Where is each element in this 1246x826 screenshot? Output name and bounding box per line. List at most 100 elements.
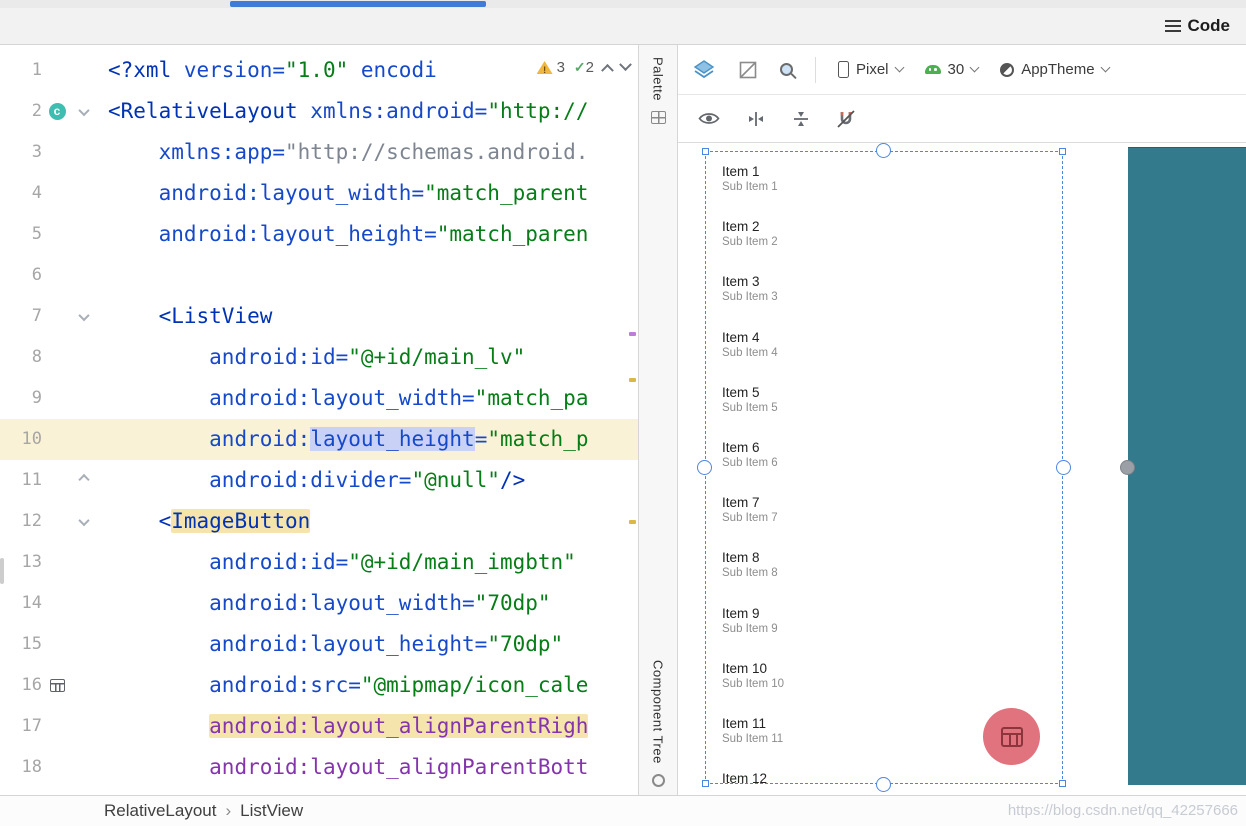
list-item[interactable]: Item 6 Sub Item 6 (722, 440, 1062, 495)
error-stripe-mark[interactable] (629, 520, 636, 524)
warnings-indicator[interactable]: 3 (536, 59, 565, 76)
list-item[interactable]: Item 8 Sub Item 8 (722, 550, 1062, 605)
fold-down-icon[interactable] (78, 104, 90, 116)
code-mode-button[interactable]: Code (1164, 16, 1231, 36)
code-line[interactable]: 12 <ImageButton (0, 501, 638, 542)
image-button-preview[interactable] (983, 708, 1040, 765)
device-selector[interactable]: Pixel (838, 61, 904, 78)
list-item-subtitle: Sub Item 1 (722, 181, 778, 193)
resize-handle-top-left[interactable] (702, 148, 709, 155)
design-pane: Pixel 30 AppTheme Item 1 Sub Item 1 Item… (678, 45, 1246, 795)
zoom-icon[interactable] (780, 63, 793, 76)
tab-component-tree[interactable]: Component Tree (651, 660, 666, 787)
resize-handle-bottom-right[interactable] (1059, 780, 1066, 787)
warning-icon (536, 61, 553, 74)
distribute-vertical-icon[interactable] (792, 109, 810, 129)
resize-handle-top[interactable] (876, 143, 891, 158)
code-line[interactable]: 13 android:id="@+id/main_imgbtn" (0, 542, 638, 583)
calendar-icon (1000, 726, 1023, 747)
code-text: <?xml version="1.0" encodi (108, 58, 437, 82)
selected-listview-preview[interactable]: Item 1 Sub Item 1 Item 2 Sub Item 2 Item 3 Su… (697, 143, 1071, 792)
line-number: 10 (21, 429, 42, 449)
blueprint-mode-icon[interactable] (738, 60, 758, 80)
list-item-title: Item 9 (722, 605, 760, 621)
blueprint-surface[interactable] (1120, 147, 1246, 785)
list-item-subtitle: Sub Item 2 (722, 236, 778, 249)
breadcrumb-relativelayout[interactable]: RelativeLayout (104, 801, 216, 821)
layers-icon[interactable] (692, 59, 716, 81)
list-item[interactable]: Item 1 Sub Item 1 (722, 164, 1062, 219)
line-number: 13 (21, 552, 42, 572)
code-line[interactable]: 6 (0, 255, 638, 296)
code-line[interactable]: 17 android:layout_alignParentRigh (0, 706, 638, 747)
theme-selector[interactable]: AppTheme (1000, 61, 1111, 78)
code-line[interactable]: 5 android:layout_height="match_paren (0, 214, 638, 255)
resize-handle-top-right[interactable] (1059, 148, 1066, 155)
list-item[interactable]: Item 3 Sub Item 3 (722, 274, 1062, 329)
code-line[interactable]: 18 android:layout_alignParentBott (0, 747, 638, 788)
fold-down-icon[interactable] (78, 514, 90, 526)
code-text: android:layout_width="70dp" (209, 591, 551, 615)
code-text: android:src="@mipmap/icon_cale (209, 673, 589, 697)
chevron-down-icon (969, 62, 980, 73)
code-line[interactable]: 8 android:id="@+id/main_lv" (0, 337, 638, 378)
next-issue-icon[interactable] (619, 58, 632, 72)
list-item[interactable]: Item 12 (722, 771, 1062, 783)
code-mode-label: Code (1187, 16, 1231, 35)
code-line[interactable]: 16 android:src="@mipmap/icon_cale (0, 665, 638, 706)
list-item[interactable]: Item 9 Sub Item 9 (722, 606, 1062, 661)
code-line[interactable]: 11 android:divider="@null"/> (0, 460, 638, 501)
code-line[interactable]: 14 android:layout_width="70dp" (0, 583, 638, 624)
view-options-eye-icon[interactable] (698, 111, 720, 126)
code-line[interactable]: 7 <ListView (0, 296, 638, 337)
code-text: android:id="@+id/main_imgbtn" (209, 550, 576, 574)
list-item[interactable]: Item 2 Sub Item 2 (722, 219, 1062, 274)
code-line[interactable]: 10 android:layout_height="match_p (0, 419, 638, 460)
android-studio-window: Code 1 <?xml version="1.0" encodi 2 c <Relat… (0, 0, 1246, 826)
code-editor[interactable]: 1 <?xml version="1.0" encodi 2 c <RelativeLa… (0, 45, 638, 795)
line-number: 15 (21, 634, 42, 654)
code-line[interactable]: 15 android:layout_height="70dp" (0, 624, 638, 665)
main-area: 1 <?xml version="1.0" encodi 2 c <RelativeLa… (0, 45, 1246, 795)
panel-drag-handle[interactable] (1120, 459, 1135, 475)
inspections-widget[interactable]: 3 2 (536, 58, 632, 77)
gutter: 11 (0, 460, 104, 501)
code-text: android:layout_alignParentBott (209, 755, 589, 779)
previous-issue-icon[interactable] (601, 63, 614, 77)
breadcrumb-listview[interactable]: ListView (240, 801, 303, 821)
resize-handle-left[interactable] (697, 459, 712, 475)
align-horizontal-icon[interactable] (746, 110, 766, 128)
line-number: 9 (31, 388, 42, 408)
resize-handle-bottom-left[interactable] (702, 780, 709, 787)
list-item-subtitle: Sub Item 9 (722, 622, 778, 635)
autoconnect-off-magnet-icon[interactable] (836, 109, 856, 129)
android-icon (924, 65, 941, 74)
gutter: 6 (0, 255, 104, 296)
list-item-title: Item 3 (722, 274, 760, 290)
tab-palette[interactable]: Palette (650, 57, 666, 124)
chevron-down-icon (894, 62, 904, 73)
resize-handle-bottom[interactable] (876, 777, 891, 792)
api-level-label: 30 (947, 61, 965, 78)
list-item[interactable]: Item 7 Sub Item 7 (722, 495, 1062, 550)
api-level-selector[interactable]: 30 (924, 61, 980, 78)
gutter: 13 (0, 542, 104, 583)
line-number: 7 (31, 306, 42, 326)
design-canvas[interactable]: Item 1 Sub Item 1 Item 2 Sub Item 2 Item 3 Su… (678, 143, 1246, 795)
resize-handle-right[interactable] (1056, 459, 1071, 475)
gutter: 7 (0, 296, 104, 337)
typos-indicator[interactable]: 2 (574, 59, 594, 76)
scrollbar-thumb[interactable] (0, 558, 4, 584)
error-stripe-mark[interactable] (629, 378, 636, 382)
fold-up-icon[interactable] (78, 473, 90, 485)
code-line[interactable]: 9 android:layout_width="match_pa (0, 378, 638, 419)
code-line[interactable]: 4 android:layout_width="match_parent (0, 173, 638, 214)
fold-down-icon[interactable] (78, 309, 90, 321)
error-stripe-mark[interactable] (629, 332, 636, 336)
list-item-subtitle: Sub Item 7 (722, 512, 778, 525)
code-line[interactable]: 2 c <RelativeLayout xmlns:android="http:// (0, 91, 638, 132)
code-line[interactable]: 3 xmlns:app="http://schemas.android. (0, 132, 638, 173)
list-item[interactable]: Item 5 Sub Item 5 (722, 385, 1062, 440)
list-item[interactable]: Item 4 Sub Item 4 (722, 330, 1062, 385)
bottom-bar: RelativeLayout › ListView https://blog.c… (0, 795, 1246, 826)
